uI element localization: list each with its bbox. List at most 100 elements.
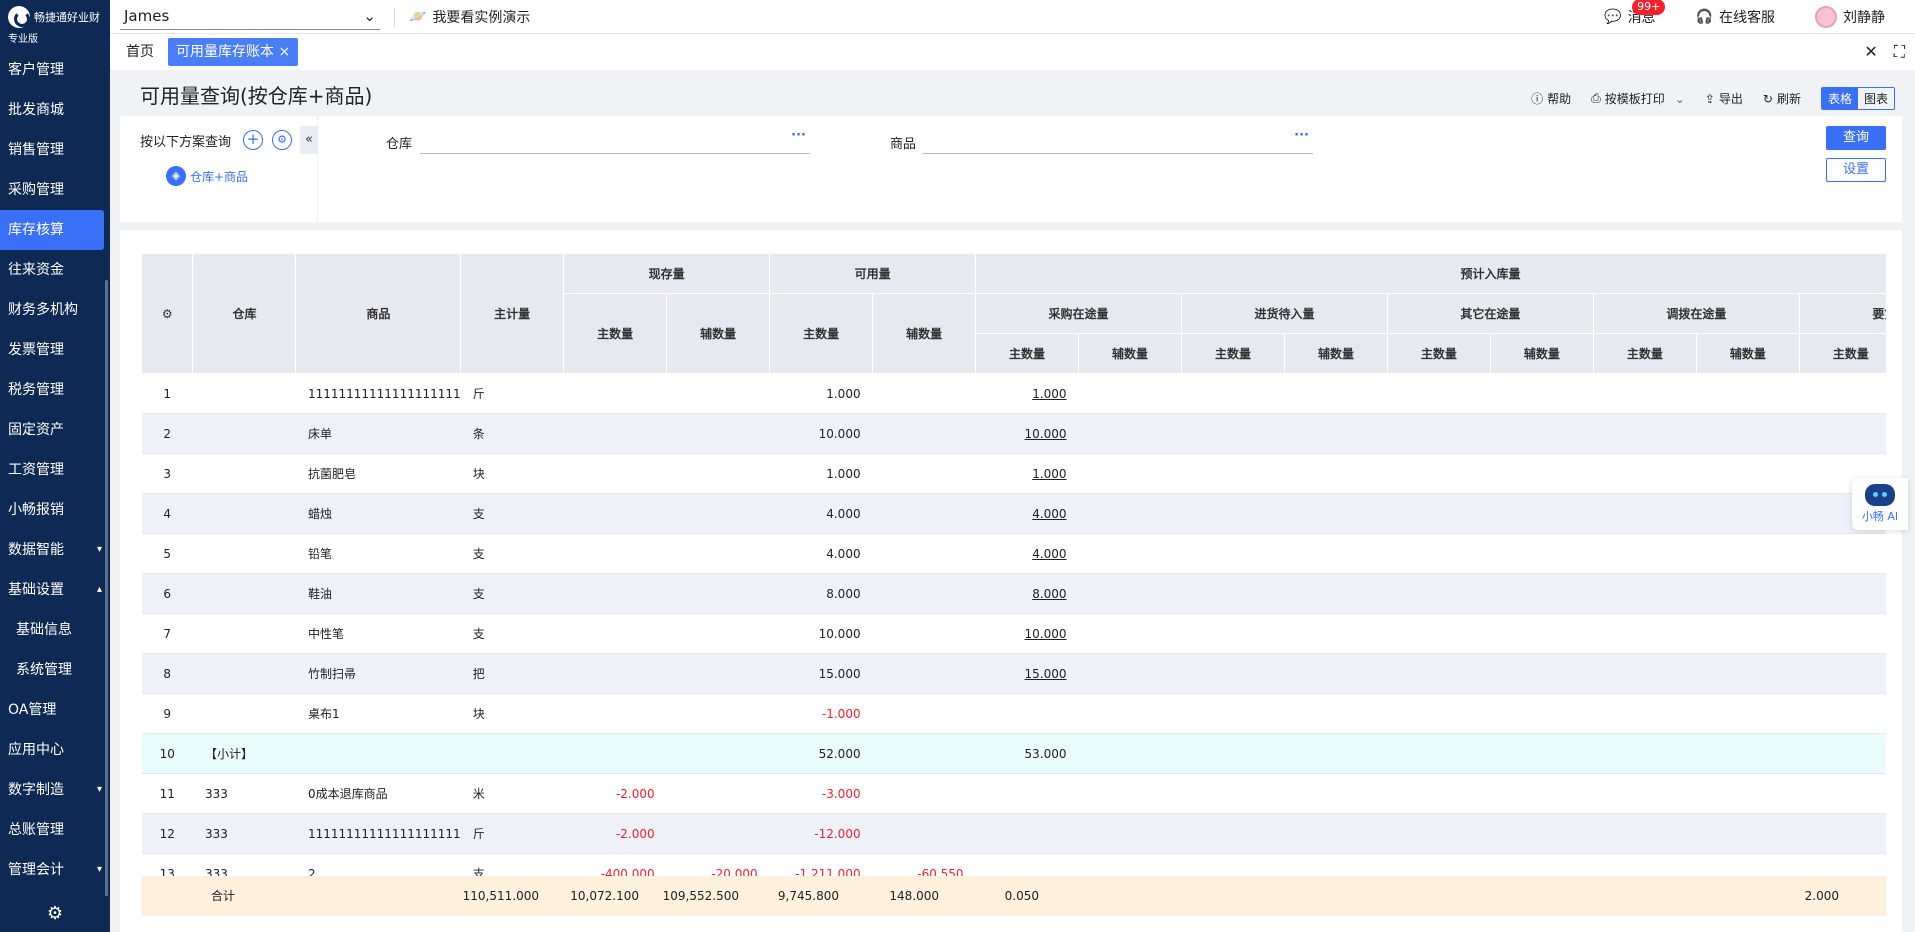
cell-empty	[1593, 773, 1697, 814]
query-button[interactable]: 查询	[1826, 126, 1886, 150]
cell-purchase-main[interactable]: 15.000	[975, 653, 1079, 694]
cell-warehouse: 333	[192, 773, 296, 814]
sidebar-item[interactable]: 财务多机构	[0, 290, 110, 330]
sidebar-item[interactable]: 批发商城	[0, 90, 110, 130]
table-row[interactable]: 3 抗菌肥皂块 1.000 1.000	[141, 453, 1886, 494]
scheme-chip[interactable]: ◈ 仓库+商品	[166, 166, 248, 186]
table-row[interactable]: 5 铅笔支 4.000 4.000	[141, 533, 1886, 574]
header-stock-main[interactable]: 主数量	[563, 293, 668, 374]
sidebar-item[interactable]: 销售管理	[0, 130, 110, 170]
sidebar-item[interactable]: OA管理	[0, 690, 110, 730]
print-button[interactable]: ⎙ 按模板打印 ⌄	[1591, 90, 1685, 107]
header-main-qty[interactable]: 主数量	[1798, 333, 1886, 374]
cell-purchase-main[interactable]: 8.000	[975, 573, 1079, 614]
header-main-qty[interactable]: 主数量	[1181, 333, 1285, 374]
user-menu[interactable]: 刘静静	[1815, 6, 1885, 28]
header-aux-qty[interactable]: 辅数量	[1078, 333, 1183, 374]
header-unit[interactable]: 主计量	[460, 253, 565, 374]
settings-gear-icon[interactable]: ⚙	[0, 896, 110, 932]
view-table-button[interactable]: 表格	[1821, 88, 1858, 109]
cell-empty	[1181, 493, 1285, 534]
cell-purchase-main[interactable]: 10.000	[975, 613, 1079, 654]
add-scheme-icon[interactable]: +	[243, 130, 263, 150]
sidebar-item[interactable]: 管理会计 ▾	[0, 850, 110, 890]
header-stock-aux[interactable]: 辅数量	[666, 293, 771, 374]
cell-empty	[1490, 733, 1594, 774]
header-aux-qty[interactable]: 辅数量	[1489, 333, 1594, 374]
close-all-icon[interactable]: ✕	[1864, 42, 1877, 62]
subtotal-row[interactable]: 10 【小计】 52.000 53.000	[141, 733, 1886, 774]
refresh-button[interactable]: ↻ 刷新	[1763, 90, 1801, 107]
tab-available-ledger[interactable]: 可用量库存账本 ×	[168, 38, 299, 66]
fullscreen-icon[interactable]: ⛶	[1894, 42, 1905, 62]
chevron-down-icon[interactable]: ⌄	[1675, 92, 1685, 106]
sidebar-item[interactable]: 往来资金	[0, 250, 110, 290]
sidebar-item[interactable]: 库存核算	[0, 210, 104, 250]
sidebar-item[interactable]: 系统管理	[0, 650, 110, 690]
header-aux-qty[interactable]: 辅数量	[1283, 333, 1388, 374]
header-warehouse[interactable]: 仓库	[192, 253, 297, 374]
export-button[interactable]: ⇪ 导出	[1705, 90, 1743, 107]
header-main-qty[interactable]: 主数量	[1386, 333, 1491, 374]
column-settings-icon[interactable]: ⚙	[140, 253, 194, 374]
product-field[interactable]: ···	[923, 124, 1313, 154]
table-row[interactable]: 7 中性笔支 10.000 10.000	[141, 613, 1886, 654]
header-aux-qty[interactable]: 辅数量	[1695, 333, 1800, 374]
table-row[interactable]: 1 1111111111111111111111…斤 1.000 1.000	[141, 373, 1886, 414]
scheme-settings-icon[interactable]: ⚙	[272, 130, 292, 150]
close-icon[interactable]: ×	[278, 44, 290, 60]
header-main-qty[interactable]: 主数量	[975, 333, 1080, 374]
cell-empty	[1078, 613, 1182, 654]
sidebar-item[interactable]: 采购管理	[0, 170, 110, 210]
sidebar-item[interactable]: 小畅报销	[0, 490, 110, 530]
cell-unit: 把	[460, 653, 564, 694]
sidebar-item[interactable]: 基础信息	[0, 610, 110, 650]
header-main-qty[interactable]: 主数量	[1592, 333, 1697, 374]
table-row[interactable]: 123331111111111111111111111…斤-2.000 -12.0…	[141, 813, 1886, 854]
table-row[interactable]: 6 鞋油支 8.000 8.000	[141, 573, 1886, 614]
help-button[interactable]: ⓘ 帮助	[1531, 90, 1571, 107]
warehouse-field[interactable]: ···	[420, 124, 810, 154]
messages-button[interactable]: 💬 消息 99+	[1604, 0, 1666, 27]
demo-link[interactable]: 🪐 我要看实例演示	[409, 7, 530, 27]
ai-assistant-button[interactable]: 小畅 AI	[1852, 478, 1908, 530]
cell-purchase-main[interactable]: 1.000	[975, 453, 1079, 494]
tab-home[interactable]: 首页	[118, 38, 162, 66]
header-available-aux[interactable]: 辅数量	[872, 293, 977, 374]
cell-empty	[1078, 693, 1182, 734]
cell-stock-aux	[666, 653, 770, 694]
sidebar-item[interactable]: 固定资产	[0, 410, 110, 450]
sidebar-item[interactable]: 客户管理	[0, 50, 110, 90]
sidebar-item[interactable]: 数字制造 ▾	[0, 770, 110, 810]
more-icon[interactable]: ···	[791, 128, 806, 143]
cell-purchase-main[interactable]: 1.000	[975, 373, 1079, 414]
table-row[interactable]: 8 竹制扫帚把 15.000 15.000	[141, 653, 1886, 694]
cell-available-main: -12.000	[769, 813, 873, 854]
sidebar-item[interactable]: 工资管理	[0, 450, 110, 490]
sidebar-scrollbar[interactable]	[105, 280, 108, 920]
collapse-icon[interactable]: «	[300, 126, 318, 154]
sidebar-item[interactable]: 基础设置 ▴	[0, 570, 110, 610]
header-product[interactable]: 商品	[295, 253, 462, 374]
table-row[interactable]: 11 333 0成本退库商品米 -2.000 -3.000	[141, 773, 1886, 814]
table-row[interactable]: 9 桌布1 块 -1.000	[141, 693, 1886, 734]
support-button[interactable]: 🎧 在线客服	[1696, 7, 1775, 27]
settings-button[interactable]: 设置	[1826, 158, 1886, 182]
view-chart-button[interactable]: 图表	[1858, 88, 1894, 109]
company-select[interactable]: James ⌄	[120, 4, 380, 30]
cell-empty	[1181, 413, 1285, 454]
cell-stock-aux	[666, 773, 770, 814]
sidebar-item[interactable]: 总账管理	[0, 810, 110, 850]
sidebar-item[interactable]: 数据智能 ▾	[0, 530, 110, 570]
cell-purchase-main[interactable]: 4.000	[975, 493, 1079, 534]
sidebar-item[interactable]: 发票管理	[0, 330, 110, 370]
cell-purchase-main[interactable]: 10.000	[975, 413, 1079, 454]
table-row[interactable]: 4 蜡烛支 4.000 4.000	[141, 493, 1886, 534]
table-row[interactable]: 2 床单条 10.000 10.000	[141, 413, 1886, 454]
cell-purchase-main[interactable]: 4.000	[975, 533, 1079, 574]
cell-stock-main	[563, 493, 667, 534]
header-available-main[interactable]: 主数量	[769, 293, 874, 374]
more-icon[interactable]: ···	[1294, 128, 1309, 143]
sidebar-item[interactable]: 税务管理	[0, 370, 110, 410]
sidebar-item[interactable]: 应用中心	[0, 730, 110, 770]
